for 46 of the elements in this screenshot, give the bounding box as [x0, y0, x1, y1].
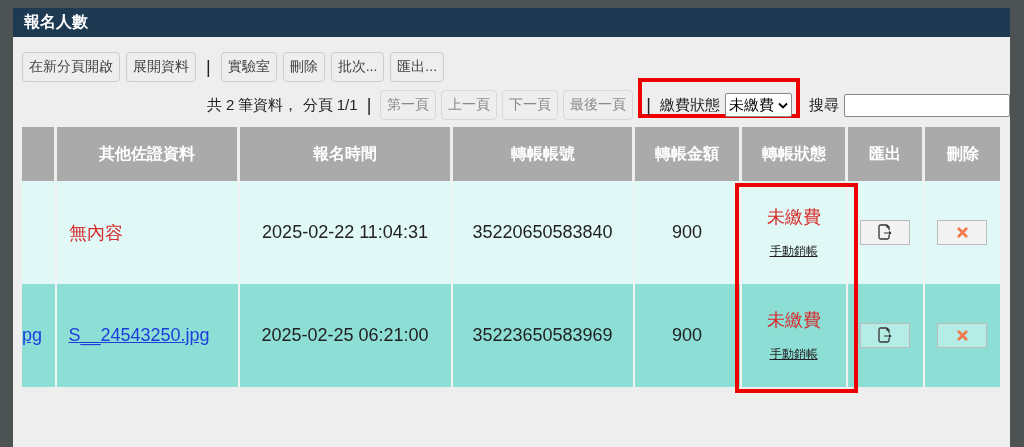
payment-status: 未繳費 [765, 309, 822, 332]
table-cell: 900 [633, 181, 741, 284]
manual-writeoff-link[interactable]: 手動銷帳 [769, 244, 818, 258]
delete-icon [956, 330, 968, 341]
file-export-icon [878, 327, 892, 344]
file-export-icon [878, 224, 892, 241]
toolbar-button[interactable]: 匯出... [390, 52, 445, 82]
table-cell: 2025-02-22 11:04:31 [238, 181, 452, 284]
export-button[interactable] [860, 219, 910, 245]
table-row[interactable]: 無內容 2025-02-22 11:04:31 35220650583840 900 未繳費 手動銷帳 [22, 181, 1000, 284]
search-label: 搜尋 [809, 95, 839, 115]
column-header: 刪除 [923, 127, 1000, 181]
table-cell: 2025-02-25 06:21:00 [238, 284, 452, 387]
toolbar-button[interactable]: 實驗室 [220, 52, 277, 82]
separator-text: | [206, 56, 211, 78]
column-header: 轉帳金額 [633, 127, 741, 181]
payment-status: 未繳費 [765, 206, 822, 229]
status-dropdown[interactable]: 未繳費 [725, 93, 792, 117]
table-cell: 900 [633, 284, 741, 387]
manual-writeoff-link[interactable]: 手動銷帳 [769, 347, 818, 361]
file-link[interactable]: pg [22, 325, 43, 345]
filter-label: 繳費狀態 [660, 95, 720, 115]
toolbar-button[interactable]: 刪除 [282, 52, 325, 82]
empty-note: 無內容 [68, 222, 123, 243]
record-summary: 共 2 筆資料， 分頁 1/1 [206, 95, 358, 115]
separator-text: | [646, 94, 651, 116]
column-header: 報名時間 [238, 127, 452, 181]
caret-icon [778, 101, 788, 109]
separator-text: | [366, 94, 372, 116]
export-button[interactable] [860, 322, 910, 348]
table-cell: 35220650583840 [451, 181, 634, 284]
column-header: 轉帳狀態 [740, 127, 847, 181]
toolbar-button[interactable]: 展開資料 [126, 52, 196, 82]
column-header: 轉帳帳號 [451, 127, 634, 181]
column-header: 匯出 [846, 127, 924, 181]
delete-button[interactable] [937, 220, 988, 245]
table-cell: 35223650583969 [451, 284, 634, 387]
column-header: 其他佐證資料 [55, 127, 239, 181]
delete-icon [956, 227, 968, 238]
toolbar-button[interactable]: 批次... [330, 52, 385, 82]
search-field[interactable] [844, 93, 1010, 117]
window-title: 報名人數 [24, 12, 88, 32]
toolbar-button[interactable]: 在新分頁開啟 [22, 52, 120, 82]
table-row[interactable]: pg S__24543250.jpg 2025-02-25 06:21:00 35223650583969 900 未繳費 手動銷帳 [22, 284, 1000, 387]
delete-button[interactable] [937, 323, 988, 348]
file-link[interactable]: S__24543250.jpg [68, 325, 210, 345]
